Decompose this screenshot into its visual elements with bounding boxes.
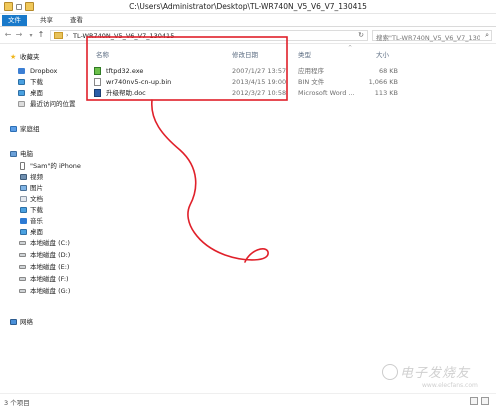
drive-icon [19,289,26,293]
file-type: 应用程序 [298,67,324,75]
navigation-pane: ★ 收藏夹 Dropbox 下载 桌面 最近访问的位置 家庭组 电脑 "Sam"… [0,45,88,385]
back-arrow-icon[interactable]: ← [3,30,13,39]
sidebar-item-recent[interactable]: 最近访问的位置 [0,99,88,109]
column-header-name[interactable]: 名称 [96,49,109,59]
sidebar-item-drive-c[interactable]: 本地磁盘 (C:) [0,238,88,248]
watermark-url: www.elecfans.com [422,382,478,389]
exe-icon [94,67,101,75]
sidebar-item-iphone[interactable]: "Sam"的 iPhone [0,161,88,171]
sort-chevron-up-icon: ^ [348,45,353,51]
sidebar-item-drive-d[interactable]: 本地磁盘 (D:) [0,250,88,260]
up-arrow-icon[interactable]: ↑ [36,30,46,39]
bin-file-icon [94,78,101,86]
download-icon [20,207,27,213]
dropbox-icon [18,68,25,74]
video-icon [20,174,27,180]
documents-icon [20,196,27,202]
drive-icon [19,241,26,245]
pictures-icon [20,185,27,191]
file-name: tftpd32.exe [106,67,144,75]
computer-icon [10,151,17,157]
drive-icon [19,265,26,269]
details-view-icon[interactable] [470,397,478,405]
sidebar-item-downloads[interactable]: 下载 [0,77,88,87]
column-header-date[interactable]: 修改日期 [232,49,258,59]
file-name: 升级帮助.doc [106,89,146,97]
sidebar-item-pc-desktop[interactable]: 桌面 [0,227,88,237]
address-bar[interactable]: › TL-WR740N_V5_V6_V7_130415 ↻ [50,30,368,41]
file-date: 2012/3/27 10:58 [232,89,287,97]
recent-places-icon [18,101,25,107]
view-toggle [470,397,489,405]
item-count: 3 个项目 [4,399,30,407]
file-list: ^ 名称 修改日期 类型 大小 tftpd32.exe 2007/1/27 13… [88,45,496,385]
file-size: 68 KB [378,67,398,75]
file-date: 2013/4/15 19:00 [232,78,287,86]
sidebar-item-network[interactable]: 网络 [0,317,88,327]
sidebar-item-documents[interactable]: 文档 [0,194,88,204]
drive-icon [19,253,26,257]
folder-icon [54,32,63,39]
forward-arrow-icon[interactable]: → [14,30,24,39]
file-size: 113 KB [374,89,398,97]
title-bar: C:\Users\Administrator\Desktop\TL-WR740N… [0,0,496,14]
navigation-bar: ← → ▾ ↑ › TL-WR740N_V5_V6_V7_130415 ↻ 搜索… [0,27,496,44]
sidebar-item-music[interactable]: 音乐 [0,216,88,226]
refresh-icon[interactable]: ↻ [358,31,364,39]
file-size: 1,066 KB [368,78,398,86]
phone-icon [20,162,25,170]
star-icon: ★ [10,53,17,61]
recent-locations-chevron-icon[interactable]: ▾ [26,32,36,39]
sidebar-item-favorites[interactable]: ★ 收藏夹 [0,52,88,62]
watermark: 电子发烧友 www.elecfans.com [380,362,494,396]
column-header-size[interactable]: 大小 [376,49,389,59]
sidebar-item-drive-e[interactable]: 本地磁盘 (E:) [0,262,88,272]
address-path[interactable]: TL-WR740N_V5_V6_V7_130415 [73,32,174,40]
network-icon [10,319,17,325]
word-doc-icon [94,89,101,97]
search-placeholder: 搜索"TL-WR740N_V5_V6_V7_130415" [376,34,480,42]
tab-file[interactable]: 文件 [2,15,27,26]
sidebar-item-drive-f[interactable]: 本地磁盘 (F:) [0,274,88,284]
sidebar-item-videos[interactable]: 视频 [0,172,88,182]
watermark-text: 电子发烧友 [400,366,471,381]
music-icon [20,218,27,224]
chevron-right-icon[interactable]: › [66,32,68,39]
watermark-logo-icon [382,364,398,380]
sidebar-item-drive-g[interactable]: 本地磁盘 (G:) [0,286,88,296]
download-icon [18,79,25,85]
file-name: wr740nv5-cn-up.bin [106,78,172,86]
sidebar-item-desktop[interactable]: 桌面 [0,88,88,98]
homegroup-icon [10,126,17,132]
file-type: BIN 文件 [298,78,325,86]
search-input[interactable]: 搜索"TL-WR740N_V5_V6_V7_130415" ⌕ [372,30,492,42]
window-title: C:\Users\Administrator\Desktop\TL-WR740N… [129,2,367,11]
desktop-icon [20,229,27,235]
sidebar-item-pc-downloads[interactable]: 下载 [0,205,88,215]
large-icons-view-icon[interactable] [481,397,489,405]
sidebar-item-this-pc[interactable]: 电脑 [0,149,88,159]
sidebar-item-dropbox[interactable]: Dropbox [0,66,88,76]
table-row[interactable]: tftpd32.exe 2007/1/27 13:57 应用程序 68 KB [92,66,492,76]
file-date: 2007/1/27 13:57 [232,67,287,75]
tab-share[interactable]: 共享 [34,15,59,26]
column-header-type[interactable]: 类型 [298,49,311,59]
drive-icon [19,277,26,281]
desktop-icon [18,90,25,96]
status-bar: 3 个项目 [0,393,496,408]
sidebar-item-homegroup[interactable]: 家庭组 [0,124,88,134]
table-row[interactable]: wr740nv5-cn-up.bin 2013/4/15 19:00 BIN 文… [92,77,492,87]
search-icon[interactable]: ⌕ [485,31,489,40]
sidebar-item-pictures[interactable]: 图片 [0,183,88,193]
tab-view[interactable]: 查看 [64,15,89,26]
table-row[interactable]: 升级帮助.doc 2012/3/27 10:58 Microsoft Word … [92,88,492,98]
ribbon-tabs: 文件 共享 查看 [0,14,496,27]
